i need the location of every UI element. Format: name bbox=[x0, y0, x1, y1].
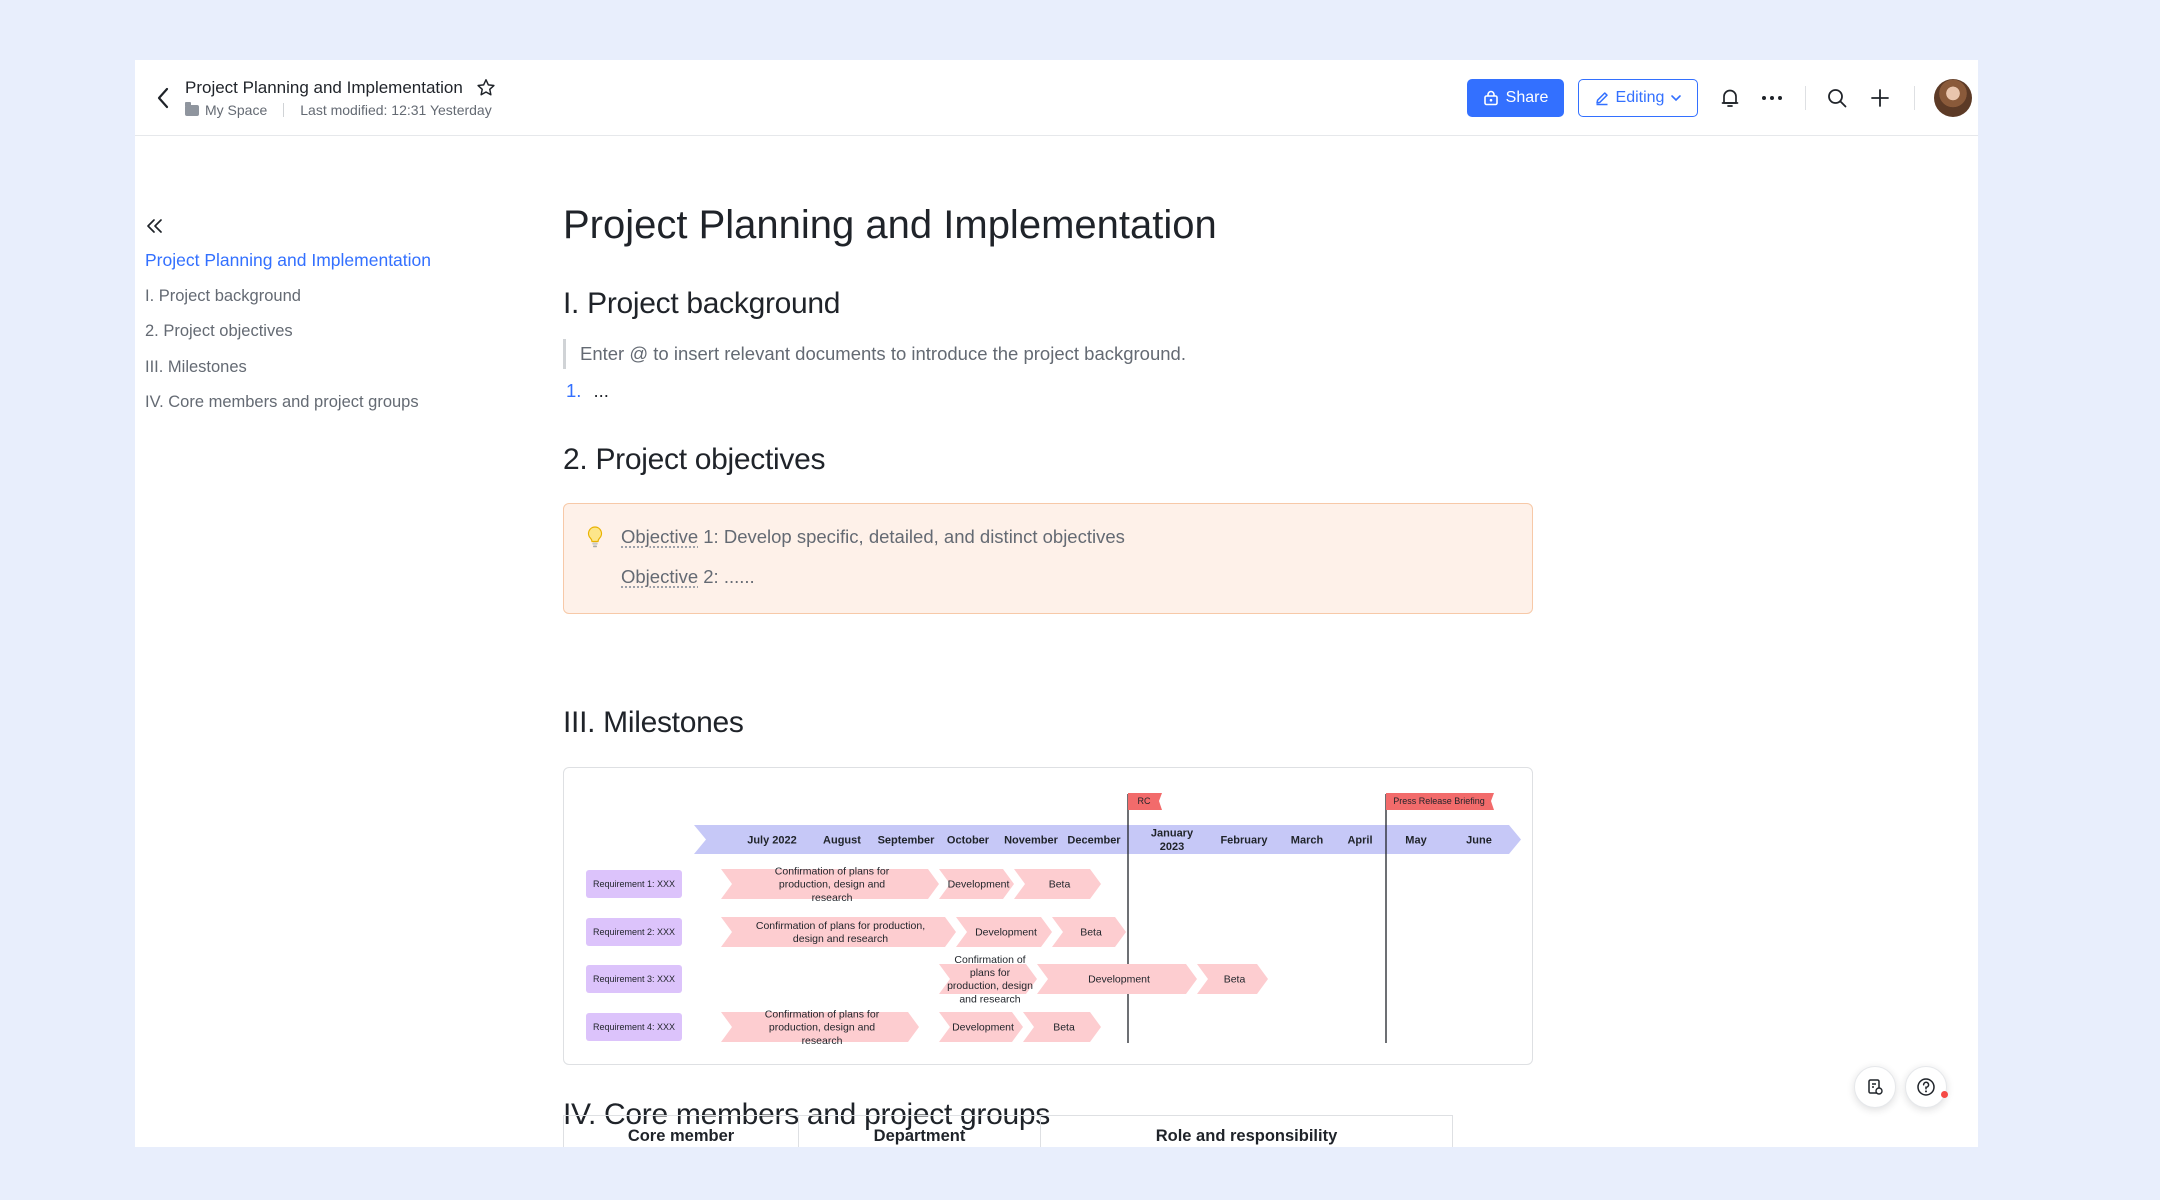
toc-item-title[interactable]: Project Planning and Implementation bbox=[145, 248, 431, 284]
month-label: February bbox=[1220, 834, 1268, 846]
back-icon[interactable] bbox=[145, 80, 181, 116]
month-label: May bbox=[1405, 834, 1427, 846]
month-label: April bbox=[1347, 834, 1372, 846]
column-header[interactable]: Department bbox=[799, 1116, 1041, 1147]
gantt-chart: July 2022 August September October November D… bbox=[586, 793, 1521, 1047]
share-button[interactable]: Share bbox=[1467, 79, 1564, 117]
requirement-label: Requirement 1: XXX bbox=[593, 879, 675, 889]
location-link[interactable]: My Space bbox=[205, 102, 267, 118]
collapse-icon[interactable] bbox=[141, 212, 169, 240]
breadcrumb-divider bbox=[283, 103, 285, 117]
month-label: August bbox=[823, 834, 861, 846]
chevron-down-icon bbox=[1671, 95, 1682, 102]
breadcrumb: My Space Last modified: 12:31 Yesterday bbox=[185, 101, 492, 118]
requirement-label: Requirement 3: XXX bbox=[593, 974, 675, 984]
search-icon[interactable] bbox=[1821, 82, 1853, 114]
task-label: Beta bbox=[1053, 1022, 1075, 1034]
last-modified: Last modified: 12:31 Yesterday bbox=[300, 102, 492, 118]
doc-window: Project Planning and Implementation My S… bbox=[135, 60, 1978, 1147]
milestone-flag-label: Press Release Briefing bbox=[1393, 796, 1485, 806]
comment-doc-icon[interactable] bbox=[1854, 1066, 1896, 1108]
milestone-flag-label: RC bbox=[1138, 796, 1151, 806]
objective-1-word: Objective bbox=[621, 526, 699, 547]
objective-2-word: Objective bbox=[621, 566, 699, 587]
editing-label: Editing bbox=[1615, 89, 1665, 106]
month-label: November bbox=[1004, 834, 1059, 846]
month-label: July 2022 bbox=[747, 834, 797, 846]
task-label: Beta bbox=[1080, 927, 1102, 939]
requirement-label: Requirement 2: XXX bbox=[593, 927, 675, 937]
objective-1[interactable]: Objective 1: Develop specific, detailed,… bbox=[621, 526, 1125, 548]
table-of-contents: Project Planning and Implementation I. P… bbox=[145, 248, 431, 426]
objective-2[interactable]: Objective 2: ...... bbox=[621, 566, 755, 588]
list-text: ... bbox=[593, 380, 609, 401]
members-table[interactable]: Core member Department Role and responsi… bbox=[563, 1115, 1453, 1147]
toc-item-members[interactable]: IV. Core members and project groups bbox=[145, 390, 431, 426]
objective-2-text: 2: ...... bbox=[698, 566, 755, 587]
month-label: March bbox=[1291, 834, 1324, 846]
milestones-gantt[interactable]: July 2022 August September October November D… bbox=[563, 767, 1533, 1065]
heading-objectives[interactable]: 2. Project objectives bbox=[563, 443, 825, 477]
ordered-list-item[interactable]: 1.... bbox=[566, 380, 609, 402]
folder-icon bbox=[185, 101, 199, 116]
background-quote[interactable]: Enter @ to insert relevant documents to … bbox=[563, 339, 1186, 369]
list-number: 1. bbox=[566, 380, 582, 401]
heading-milestones[interactable]: III. Milestones bbox=[563, 706, 744, 740]
bulb-icon[interactable] bbox=[586, 525, 604, 554]
bell-icon[interactable] bbox=[1714, 82, 1746, 114]
share-label: Share bbox=[1505, 89, 1549, 106]
toc-item-milestones[interactable]: III. Milestones bbox=[145, 355, 431, 391]
pencil-icon bbox=[1595, 92, 1608, 106]
objectives-callout[interactable]: Objective 1: Develop specific, detailed,… bbox=[563, 503, 1533, 614]
month-label: June bbox=[1466, 834, 1492, 846]
help-icon[interactable] bbox=[1905, 1066, 1947, 1108]
column-header[interactable]: Core member bbox=[564, 1116, 799, 1147]
more-icon[interactable] bbox=[1756, 82, 1788, 114]
month-label: September bbox=[878, 834, 936, 846]
task-label: Development bbox=[975, 927, 1037, 939]
heading-background[interactable]: I. Project background bbox=[563, 287, 841, 321]
objective-1-text: 1: Develop specific, detailed, and disti… bbox=[698, 526, 1125, 547]
notification-dot bbox=[1941, 1091, 1948, 1098]
task-label: Confirmation of plans for production, desi… bbox=[947, 954, 1033, 1005]
toc-item-background[interactable]: I. Project background bbox=[145, 284, 431, 320]
share-lock-icon bbox=[1483, 90, 1498, 106]
plus-icon[interactable] bbox=[1864, 82, 1896, 114]
toolbar-divider bbox=[1805, 86, 1806, 110]
month-label: October bbox=[947, 834, 990, 846]
star-icon[interactable] bbox=[475, 77, 497, 99]
task-label: Development bbox=[948, 879, 1010, 891]
editing-mode-button[interactable]: Editing bbox=[1578, 79, 1698, 117]
task-label: Beta bbox=[1224, 974, 1246, 986]
month-label: December bbox=[1067, 834, 1121, 846]
requirement-label: Requirement 4: XXX bbox=[593, 1022, 675, 1032]
doc-title: Project Planning and Implementation bbox=[185, 78, 463, 97]
page-title[interactable]: Project Planning and Implementation bbox=[563, 203, 1217, 248]
toc-item-objectives[interactable]: 2. Project objectives bbox=[145, 319, 431, 355]
avatar[interactable] bbox=[1934, 79, 1972, 117]
task-label: Development bbox=[952, 1022, 1014, 1034]
task-label: Development bbox=[1088, 974, 1150, 986]
toolbar-divider bbox=[1914, 86, 1915, 110]
column-header[interactable]: Role and responsibility bbox=[1041, 1116, 1452, 1147]
task-label: Beta bbox=[1049, 879, 1071, 891]
top-bar: Project Planning and Implementation My S… bbox=[135, 60, 1978, 136]
